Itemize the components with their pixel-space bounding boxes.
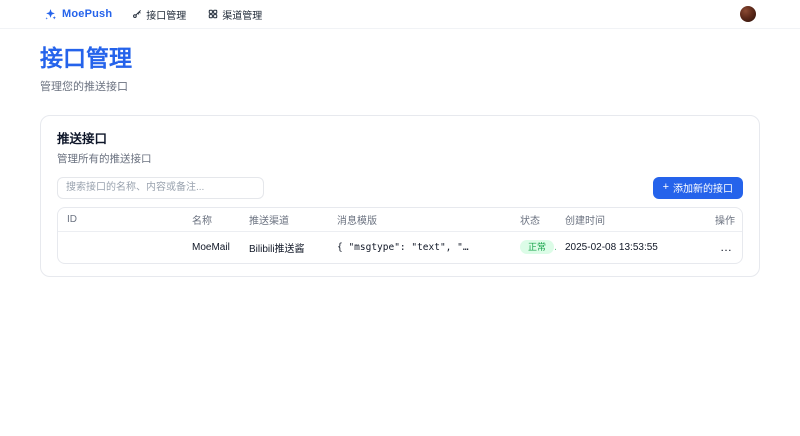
brand-name: MoePush [62,8,112,20]
cell-name: MoeMail [183,231,240,263]
sparkles-icon [44,8,57,21]
card-toolbar: + 添加新的接口 [57,177,743,199]
cell-created: 2025-02-08 13:53:55 [556,231,678,263]
table-row: MoeMail Bilibili推送酱 { "msgtype": "text",… [58,231,743,263]
col-header-actions: 操作 [678,208,743,232]
add-endpoint-button-label: 添加新的接口 [673,180,733,195]
cell-status: 正常 [511,231,556,263]
add-endpoint-button[interactable]: + 添加新的接口 [653,177,743,199]
endpoints-table: ID 名称 推送渠道 消息模版 状态 创建时间 操作 MoeMail Bilib… [57,207,743,264]
col-header-created: 创建时间 [556,208,678,232]
main-nav: 接口管理 渠道管理 [132,7,262,22]
status-badge: 正常 [520,240,554,255]
brand-logo[interactable]: MoePush [44,8,112,21]
col-header-name: 名称 [183,208,240,232]
key-icon [132,9,142,19]
top-navbar: MoePush 接口管理 渠道管理 [0,0,800,29]
nav-item-label: 接口管理 [146,7,186,22]
nav-item-channels[interactable]: 渠道管理 [208,7,262,22]
plus-icon: + [663,182,669,193]
col-header-template: 消息模版 [328,208,511,232]
card-title: 推送接口 [57,128,743,147]
cell-id [58,231,183,263]
endpoints-card: 推送接口 管理所有的推送接口 + 添加新的接口 ID 名称 [40,115,760,277]
col-header-status: 状态 [511,208,556,232]
page-subtitle: 管理您的推送接口 [40,78,760,94]
grid-icon [208,9,218,19]
more-actions-icon[interactable]: … [718,241,735,253]
cell-channel: Bilibili推送酱 [240,231,328,263]
main-content: 接口管理 管理您的推送接口 推送接口 管理所有的推送接口 + 添加新的接口 ID [0,29,800,277]
search-input[interactable] [57,177,264,199]
cell-template: { "msgtype": "text", "… [328,231,511,263]
user-avatar[interactable] [740,6,756,22]
nav-item-endpoints[interactable]: 接口管理 [132,7,186,22]
table-header-row: ID 名称 推送渠道 消息模版 状态 创建时间 操作 [58,208,743,232]
card-subtitle: 管理所有的推送接口 [57,151,743,166]
col-header-id: ID [58,208,183,232]
cell-actions: … [678,231,743,263]
nav-item-label: 渠道管理 [222,7,262,22]
page-title: 接口管理 [40,45,760,73]
col-header-channel: 推送渠道 [240,208,328,232]
